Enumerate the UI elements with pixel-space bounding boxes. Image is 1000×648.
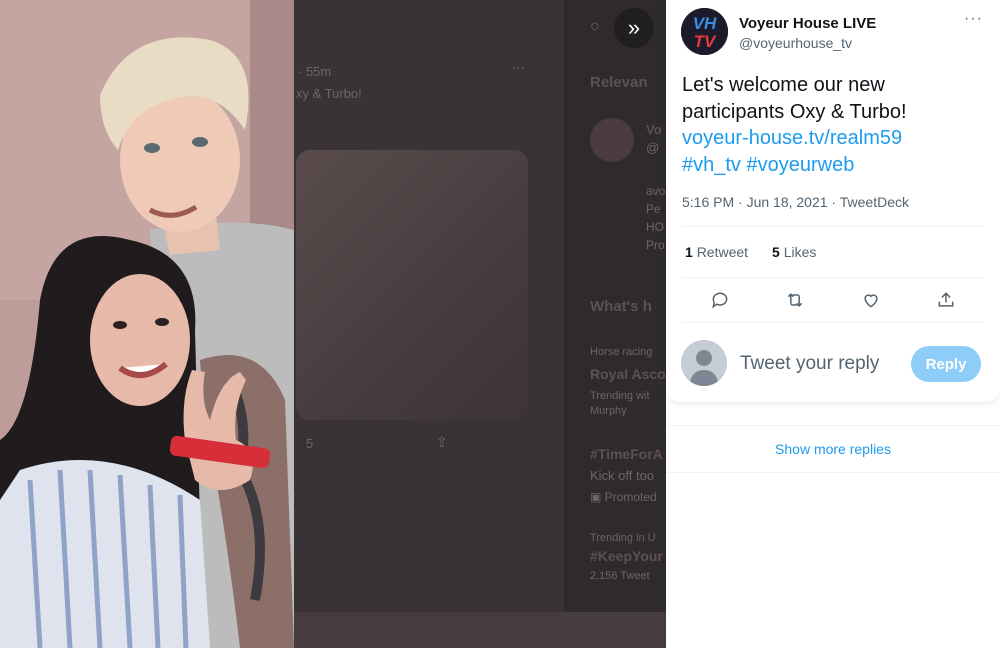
background-trend-category: Trending in U — [590, 532, 656, 544]
background-bottom-bar — [292, 612, 666, 648]
reply-button[interactable]: Reply — [911, 346, 981, 382]
tweet-timestamp[interactable]: 5:16 PM · Jun 18, 2021 · TweetDeck — [682, 194, 909, 210]
background-trend-sub: Kick off too — [590, 468, 655, 483]
divider — [682, 226, 984, 227]
background-relevant-name: Vo — [646, 122, 662, 137]
hashtag-link[interactable]: #vh_tv — [682, 154, 741, 176]
background-trend-promoted: ▣ Promoted — [590, 490, 657, 504]
background-share-icon: ⇪ — [436, 434, 448, 450]
hashtag-link[interactable]: #voyeurweb — [747, 154, 855, 176]
like-stat[interactable]: 5 Likes — [772, 244, 816, 260]
share-icon[interactable] — [931, 285, 961, 315]
background-more-icon: ··· — [512, 60, 525, 75]
background-promoted-label: Promoted — [604, 490, 657, 504]
tweet-text: Let's welcome our new participants Oxy &… — [682, 74, 907, 123]
background-ghost-line: Pe — [646, 202, 661, 216]
retweet-icon[interactable] — [780, 285, 810, 315]
background-trend-category: Horse racing — [590, 346, 653, 358]
photo-illustration — [0, 0, 294, 648]
background-trend-count: 2,156 Tweet — [590, 570, 650, 582]
background-trend-title: #KeepYour — [590, 548, 663, 564]
retweet-count: 1 — [685, 244, 693, 260]
avatar-text-bottom: TV — [694, 32, 717, 51]
background-trend-sub: Trending wit — [590, 390, 650, 402]
reply-input[interactable]: Tweet your reply — [740, 353, 879, 375]
background-ghost-line: avo — [646, 184, 666, 198]
more-options-icon[interactable]: ··· — [964, 10, 983, 28]
background-relevant-handle: @ — [646, 140, 660, 155]
tweet-detail-panel: VH TV Voyeur House LIVE @voyeurhouse_tv … — [666, 0, 1000, 648]
like-icon[interactable] — [856, 285, 886, 315]
background-tweet-media — [296, 150, 528, 420]
reply-icon[interactable] — [705, 285, 735, 315]
divider — [682, 322, 984, 323]
background-tweet-time: · 55m — [298, 64, 332, 79]
tweet-actions — [682, 285, 984, 315]
avatar-text-top: VH — [693, 14, 717, 33]
like-label: Likes — [783, 244, 817, 260]
author-name[interactable]: Voyeur House LIVE — [739, 15, 876, 32]
tweet-link[interactable]: voyeur-house.tv/realm59 — [682, 127, 902, 149]
like-count: 5 — [772, 244, 780, 260]
background-search-icon: ○ — [590, 18, 600, 35]
background-promoted-icon: ▣ — [590, 490, 605, 504]
tweet-body: Let's welcome our new participants Oxy &… — [682, 72, 982, 178]
background-relevant-avatar — [590, 118, 634, 162]
user-avatar — [681, 340, 727, 386]
background-trend-title: #TimeForA — [590, 446, 663, 462]
default-avatar-icon — [681, 340, 727, 386]
retweet-stat[interactable]: 1 Retweet — [685, 244, 748, 260]
background-ghost-line: HO — [646, 220, 664, 234]
author-avatar[interactable]: VH TV — [681, 8, 728, 55]
tweet-stats: 1 Retweet 5 Likes — [685, 244, 816, 260]
tweet-photo[interactable] — [0, 0, 294, 648]
expand-panel-button[interactable]: » — [614, 8, 654, 48]
background-trend-title: Royal Asco — [590, 366, 666, 382]
tweet-card: VH TV Voyeur House LIVE @voyeurhouse_tv … — [666, 0, 1000, 402]
background-relevant-heading: Relevan — [590, 74, 648, 91]
author-handle[interactable]: @voyeurhouse_tv — [739, 35, 852, 51]
chevron-double-right-icon: » — [627, 15, 641, 40]
divider — [682, 277, 984, 278]
retweet-label: Retweet — [696, 244, 749, 260]
vhtv-logo-icon: VH TV — [681, 8, 728, 55]
background-trend-sub: Murphy — [590, 405, 627, 417]
background-like-count: 5 — [306, 436, 314, 451]
background-ghost-line: Pro — [646, 238, 665, 252]
show-more-replies-button[interactable]: Show more replies — [666, 425, 1000, 473]
background-whats-heading: What's h — [590, 298, 652, 315]
background-tweet-snippet: xy & Turbo! — [296, 86, 362, 101]
